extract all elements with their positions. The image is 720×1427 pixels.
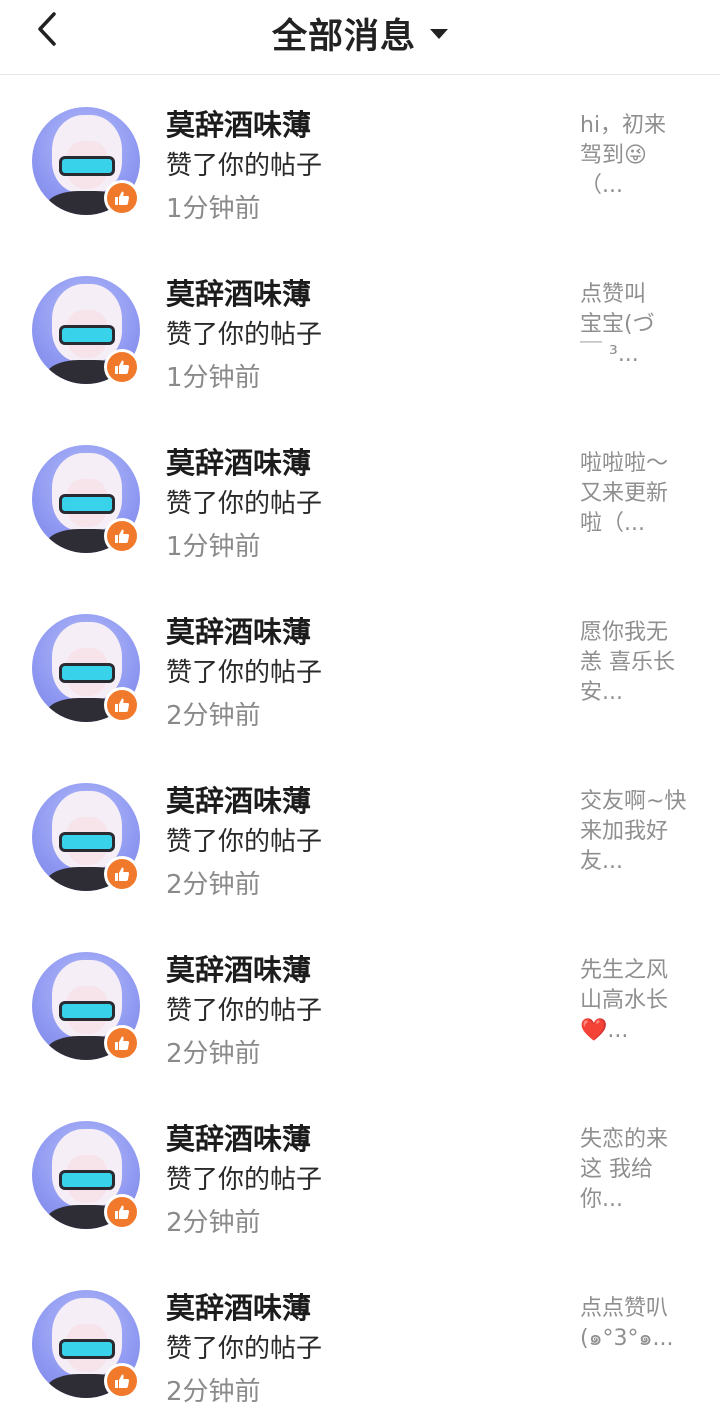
message-list-item[interactable]: 莫辞酒味薄 赞了你的帖子 2分钟前 愿你我无 恙 喜乐长 安... xyxy=(0,582,720,751)
notification-action: 赞了你的帖子 xyxy=(166,489,323,519)
top-bar: 全部消息 xyxy=(0,0,720,75)
thumbs-up-icon xyxy=(104,1363,140,1399)
timestamp: 2分钟前 xyxy=(166,1377,261,1407)
sender-name[interactable]: 莫辞酒味薄 xyxy=(166,609,311,651)
notification-action: 赞了你的帖子 xyxy=(166,996,323,1026)
message-list-item[interactable]: 莫辞酒味薄 赞了你的帖子 2分钟前 交友啊~快 来加我好 友... xyxy=(0,751,720,920)
post-preview[interactable]: 点赞叫 宝宝(づ ￣ ³... xyxy=(580,280,698,370)
sender-name[interactable]: 莫辞酒味薄 xyxy=(166,1285,311,1327)
post-preview[interactable]: hi，初来 驾到😜 （... xyxy=(580,111,698,201)
post-preview[interactable]: 交友啊~快 来加我好 友... xyxy=(580,787,698,877)
timestamp: 1分钟前 xyxy=(166,532,261,562)
sender-name[interactable]: 莫辞酒味薄 xyxy=(166,778,311,820)
notification-action: 赞了你的帖子 xyxy=(166,1165,323,1195)
message-filter-dropdown[interactable]: 全部消息 xyxy=(0,8,720,59)
thumbs-up-icon xyxy=(104,1025,140,1061)
timestamp: 1分钟前 xyxy=(166,194,261,224)
sender-name[interactable]: 莫辞酒味薄 xyxy=(166,271,311,313)
message-list-item[interactable]: 莫辞酒味薄 赞了你的帖子 1分钟前 点赞叫 宝宝(づ ￣ ³... xyxy=(0,244,720,413)
post-preview[interactable]: 点点赞叭 (๑°3°๑... xyxy=(580,1294,698,1354)
post-preview[interactable]: 愿你我无 恙 喜乐长 安... xyxy=(580,618,698,708)
notification-action: 赞了你的帖子 xyxy=(166,827,323,857)
timestamp: 2分钟前 xyxy=(166,870,261,900)
page-title: 全部消息 xyxy=(271,17,416,57)
thumbs-up-icon xyxy=(104,1194,140,1230)
thumbs-up-icon xyxy=(104,349,140,385)
post-preview[interactable]: 啦啦啦～ 又来更新 啦（... xyxy=(580,449,698,539)
message-list-item[interactable]: 莫辞酒味薄 赞了你的帖子 1分钟前 hi，初来 驾到😜 （... xyxy=(0,75,720,244)
timestamp: 1分钟前 xyxy=(166,363,261,393)
message-list-item[interactable]: 莫辞酒味薄 赞了你的帖子 2分钟前 先生之风 山高水长 ❤️... xyxy=(0,920,720,1089)
sender-name[interactable]: 莫辞酒味薄 xyxy=(166,947,311,989)
sender-name[interactable]: 莫辞酒味薄 xyxy=(166,102,311,144)
timestamp: 2分钟前 xyxy=(166,1208,261,1238)
post-preview[interactable]: 先生之风 山高水长 ❤️... xyxy=(580,956,698,1046)
thumbs-up-icon xyxy=(104,856,140,892)
caret-down-icon xyxy=(430,28,448,39)
message-list-item[interactable]: 莫辞酒味薄 赞了你的帖子 1分钟前 啦啦啦～ 又来更新 啦（... xyxy=(0,413,720,582)
thumbs-up-icon xyxy=(104,518,140,554)
timestamp: 2分钟前 xyxy=(166,701,261,731)
message-list-item[interactable]: 莫辞酒味薄 赞了你的帖子 2分钟前 点点赞叭 (๑°3°๑... xyxy=(0,1258,720,1427)
notification-action: 赞了你的帖子 xyxy=(166,320,323,350)
message-list-item[interactable]: 莫辞酒味薄 赞了你的帖子 2分钟前 失恋的来 这 我给 你... xyxy=(0,1089,720,1258)
thumbs-up-icon xyxy=(104,180,140,216)
notification-action: 赞了你的帖子 xyxy=(166,658,323,688)
timestamp: 2分钟前 xyxy=(166,1039,261,1069)
message-list: 莫辞酒味薄 赞了你的帖子 1分钟前 hi，初来 驾到😜 （... 莫辞酒味薄 赞… xyxy=(0,75,720,1427)
post-preview[interactable]: 失恋的来 这 我给 你... xyxy=(580,1125,698,1215)
sender-name[interactable]: 莫辞酒味薄 xyxy=(166,1116,311,1158)
sender-name[interactable]: 莫辞酒味薄 xyxy=(166,440,311,482)
thumbs-up-icon xyxy=(104,687,140,723)
notification-action: 赞了你的帖子 xyxy=(166,1334,323,1364)
notification-action: 赞了你的帖子 xyxy=(166,151,323,181)
